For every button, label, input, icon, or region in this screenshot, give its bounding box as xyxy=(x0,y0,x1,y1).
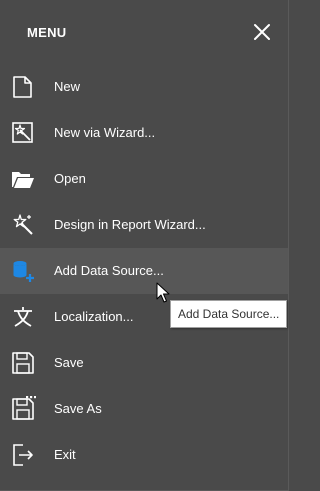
menu-title: MENU xyxy=(27,25,67,40)
add-database-icon xyxy=(10,258,36,284)
menu-list: New New via Wizard... Open Design in Rep… xyxy=(0,64,288,478)
menu-item-label: Add Data Source... xyxy=(54,263,164,278)
menu-item-label: Design in Report Wizard... xyxy=(54,217,206,232)
menu-item-open[interactable]: Open xyxy=(0,156,288,202)
save-as-icon xyxy=(10,396,36,422)
open-folder-icon xyxy=(10,166,36,192)
menu-item-label: Localization... xyxy=(54,309,134,324)
menu-item-label: New via Wizard... xyxy=(54,125,156,140)
close-icon xyxy=(254,24,270,40)
menu-item-add-data-source[interactable]: Add Data Source... xyxy=(0,248,288,294)
menu-panel: MENU New New via Wizard... Open Design i… xyxy=(0,0,289,491)
exit-icon xyxy=(10,442,36,468)
menu-header: MENU xyxy=(0,0,288,64)
close-button[interactable] xyxy=(250,20,274,44)
menu-item-design-in-report-wizard[interactable]: Design in Report Wizard... xyxy=(0,202,288,248)
magic-wand-icon xyxy=(10,212,36,238)
menu-item-exit[interactable]: Exit xyxy=(0,432,288,478)
menu-item-save[interactable]: Save xyxy=(0,340,288,386)
menu-item-label: Exit xyxy=(54,447,76,462)
menu-item-label: New xyxy=(54,79,81,94)
save-icon xyxy=(10,350,36,376)
new-file-icon xyxy=(10,74,36,100)
menu-item-save-as[interactable]: Save As xyxy=(0,386,288,432)
mouse-pointer-icon xyxy=(156,282,170,303)
menu-item-label: Open xyxy=(54,171,86,186)
wizard-page-icon xyxy=(10,120,36,146)
menu-item-new[interactable]: New xyxy=(0,64,288,110)
tooltip: Add Data Source... xyxy=(170,300,288,328)
menu-item-new-via-wizard[interactable]: New via Wizard... xyxy=(0,110,288,156)
menu-item-label: Save xyxy=(54,355,84,370)
localization-icon xyxy=(10,304,36,330)
menu-item-label: Save As xyxy=(54,401,102,416)
